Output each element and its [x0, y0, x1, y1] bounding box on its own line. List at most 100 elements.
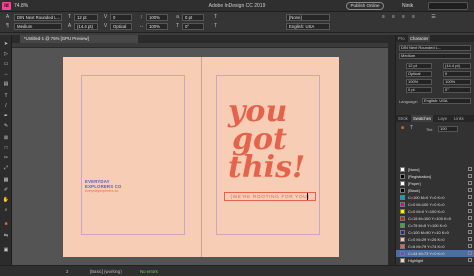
leading-field[interactable]: (14.4 pt) — [74, 23, 98, 30]
type-tool-icon[interactable]: T — [2, 93, 10, 100]
swatch-row[interactable]: [Registration] — [396, 173, 474, 180]
brand-logo[interactable]: EVERYDAY EXPLORERS CO everydayexplorers.… — [85, 179, 135, 194]
panel-horizontal-scale[interactable]: 100% — [443, 79, 471, 85]
direct-selection-tool-icon[interactable]: ▷ — [2, 51, 10, 58]
swatch-name: C=0 M=29 Y=26 K=0 — [408, 237, 445, 242]
justify-icon[interactable]: ≡ — [410, 14, 417, 21]
page-number[interactable]: 2 — [66, 269, 68, 274]
swatch-row[interactable]: C=6 M=79 Y=74 K=0 — [396, 243, 474, 250]
tab-stroke[interactable]: Strok — [396, 115, 410, 122]
swatch-chip — [400, 167, 405, 172]
swatch-row[interactable]: C=75 M=5 Y=100 K=0 — [396, 222, 474, 229]
swatch-row[interactable]: [None] — [396, 166, 474, 173]
swatch-name: C=6 M=79 Y=74 K=0 — [408, 244, 445, 249]
font-size-field[interactable]: 12 pt — [74, 14, 98, 21]
screen-mode-icon[interactable]: ▣ — [2, 247, 10, 254]
font-family-field[interactable]: DIN Next Rounded L... — [14, 14, 62, 21]
tab-links[interactable]: Links — [452, 115, 466, 122]
content-collector-icon[interactable]: ▤ — [2, 81, 10, 88]
document-tab[interactable]: *Untitled-1 @ 75% [GPU Preview] — [20, 35, 138, 43]
tracking-icon: V — [103, 14, 108, 20]
fill-color-icon[interactable]: T — [212, 14, 219, 21]
rectangle-frame-tool-icon[interactable]: ⊠ — [2, 135, 10, 142]
free-transform-tool-icon[interactable]: ⤢ — [2, 165, 10, 172]
tint-field[interactable]: 100 — [438, 126, 458, 132]
page-right[interactable]: you got this! {WE'RE ROOTING FOR YOU} — [201, 57, 339, 257]
panel-menu-icon[interactable]: ☰ — [430, 14, 437, 21]
kerning-field[interactable]: Optical — [110, 23, 132, 30]
stroke-color-icon[interactable]: T — [212, 23, 219, 30]
publish-online-button[interactable]: Publish Online — [346, 2, 384, 10]
swatch-chip — [400, 174, 405, 179]
gradient-tool-icon[interactable]: ▦ — [2, 177, 10, 184]
panel-font-family[interactable]: DIN Next Rounded L... — [399, 45, 471, 51]
baseline-shift-field[interactable]: 0 pt — [182, 14, 204, 21]
lettering-word-3: this! — [228, 150, 306, 185]
character-mode-icon[interactable]: A — [4, 14, 11, 21]
panel-vertical-scale[interactable]: 100% — [406, 79, 432, 85]
panel-font-size[interactable]: 12 pt — [406, 63, 432, 69]
paragraph-mode-icon[interactable]: ¶ — [4, 23, 11, 30]
preflight-status[interactable]: No errors — [140, 269, 158, 274]
scissors-tool-icon[interactable]: ✂ — [2, 155, 10, 162]
line-tool-icon[interactable]: / — [2, 103, 10, 110]
tracking-field[interactable]: 0 — [110, 14, 132, 21]
swatch-row[interactable]: C=100 M=90 Y=10 K=0 — [396, 229, 474, 236]
font-style-field[interactable]: Medium — [14, 23, 62, 30]
swatch-row[interactable]: C=15 M=100 Y=100 K=0 — [396, 215, 474, 222]
panel-baseline-shift[interactable]: 0 pt — [406, 87, 432, 93]
tab-properties[interactable]: Pro — [396, 35, 407, 42]
swatch-chip — [400, 202, 405, 207]
align-right-icon[interactable]: ≡ — [400, 14, 407, 21]
character-style-select[interactable]: [None] — [286, 14, 330, 21]
vertical-scale-field[interactable]: 100% — [146, 14, 168, 21]
search-input[interactable] — [428, 2, 468, 10]
swatch-name: C=100 M=0 Y=0 K=0 — [408, 195, 445, 200]
selection-tool-icon[interactable]: ➤ — [2, 41, 10, 48]
swatch-type-icon — [468, 167, 472, 171]
lettering-artwork[interactable]: you got this! {WE'RE ROOTING FOR YOU} — [224, 97, 316, 203]
fill-stroke-icon[interactable]: ■ — [2, 221, 10, 228]
layout-profile[interactable]: [Basic] (working) — [90, 269, 122, 274]
panel-kerning[interactable]: Optical — [406, 71, 432, 77]
swatch-name: C=0 M=0 Y=100 K=0 — [408, 209, 445, 214]
swatch-row[interactable]: Highlight — [396, 257, 474, 264]
pasteboard[interactable]: EVERYDAY EXPLORERS CO everydayexplorers.… — [12, 43, 388, 265]
align-left-icon[interactable]: ≡ — [380, 14, 387, 21]
user-name[interactable]: Ninik — [402, 3, 413, 9]
pen-tool-icon[interactable]: ✒ — [2, 113, 10, 120]
hand-tool-icon[interactable]: ✋ — [2, 197, 10, 204]
tab-character[interactable]: Character — [408, 35, 431, 42]
swatch-type-icon — [468, 223, 472, 227]
zoom-tool-icon[interactable]: ⌕ — [2, 207, 10, 214]
eyedropper-tool-icon[interactable]: ✐ — [2, 187, 10, 194]
pencil-tool-icon[interactable]: ✎ — [2, 123, 10, 130]
swatch-text-icon[interactable]: T — [408, 125, 415, 132]
page-tool-icon[interactable]: ▭ — [2, 61, 10, 68]
language-select[interactable]: English: USA — [286, 23, 330, 30]
swatch-row[interactable]: [Paper] — [396, 180, 474, 187]
gap-tool-icon[interactable]: ↔ — [2, 71, 10, 78]
panel-language-select[interactable]: English: USA — [422, 98, 471, 104]
subline-text[interactable]: {WE'RE ROOTING FOR YOU} — [224, 195, 316, 200]
swatch-row[interactable]: C=0 M=100 Y=0 K=0 — [396, 201, 474, 208]
panel-leading[interactable]: (14.4 pt) — [443, 63, 471, 69]
swatch-row[interactable]: C=100 M=0 Y=0 K=0 — [396, 194, 474, 201]
panel-tracking[interactable]: 0 — [443, 71, 471, 77]
swatch-row[interactable]: [Black] — [396, 187, 474, 194]
swap-colors-icon[interactable]: ⇆ — [2, 233, 10, 240]
rectangle-tool-icon[interactable]: □ — [2, 145, 10, 152]
swatch-row[interactable]: C=0 M=0 Y=100 K=0 — [396, 208, 474, 215]
panel-skew[interactable]: 0° — [443, 87, 471, 93]
swatch-row[interactable]: C=0 M=29 Y=26 K=0 — [396, 236, 474, 243]
tab-swatches[interactable]: Swatches — [411, 115, 434, 122]
page-left[interactable]: EVERYDAY EXPLORERS CO everydayexplorers.… — [63, 57, 201, 257]
swatch-fill-icon[interactable]: ■ — [399, 125, 406, 132]
page-spread[interactable]: EVERYDAY EXPLORERS CO everydayexplorers.… — [63, 57, 339, 257]
align-center-icon[interactable]: ≡ — [390, 14, 397, 21]
skew-field[interactable]: 0° — [182, 23, 204, 30]
tab-layers[interactable]: Laye — [436, 115, 449, 122]
horizontal-scale-field[interactable]: 100% — [146, 23, 168, 30]
panel-font-style[interactable]: Medium — [399, 53, 471, 59]
swatch-row[interactable]: C=44 M=73 Y=0 K=0 — [396, 250, 474, 257]
